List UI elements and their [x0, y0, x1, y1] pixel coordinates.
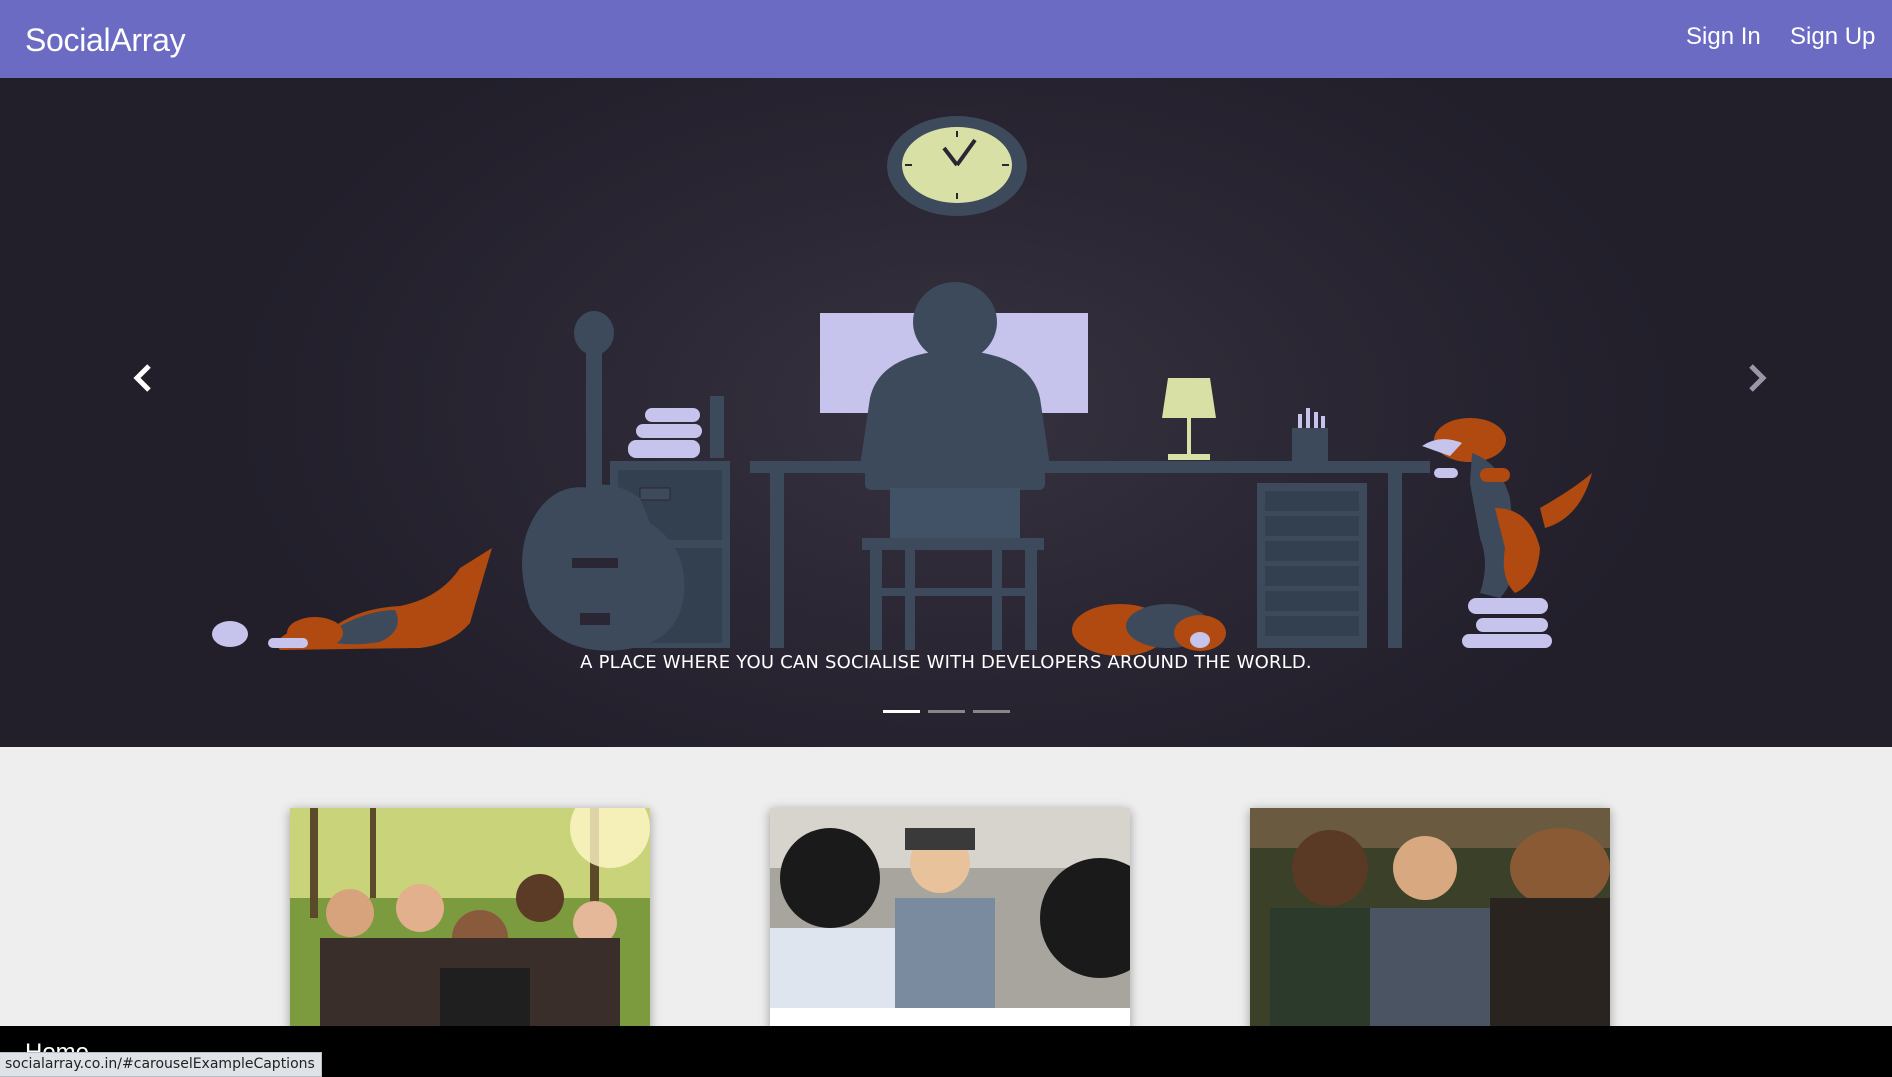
navbar: SocialArray Sign In Sign Up — [0, 0, 1892, 78]
carousel-next-button[interactable] — [1732, 348, 1782, 408]
group-selfie-photo — [290, 808, 650, 1028]
sign-up-link[interactable]: Sign Up — [1790, 23, 1875, 51]
developer-silhouette — [860, 282, 1050, 466]
sign-in-link[interactable]: Sign In — [1686, 23, 1761, 51]
carousel-indicator-3[interactable] — [972, 710, 1010, 713]
feature-card-2 — [770, 808, 1130, 1033]
drawer-cabinet-right — [1257, 483, 1367, 648]
carousel-caption: A PLACE WHERE YOU CAN SOCIALISE WITH DEV… — [580, 652, 1312, 673]
book-stack-left — [628, 396, 724, 458]
feature-card-3 — [1250, 808, 1610, 1033]
desk-lamp — [1162, 378, 1216, 460]
pencil-cup — [1292, 408, 1328, 461]
dog-left — [212, 548, 492, 650]
developer-desk-illustration — [212, 116, 1592, 656]
carousel-prev-button[interactable] — [118, 348, 168, 408]
chevron-right-icon — [1749, 364, 1767, 392]
brand-logo[interactable]: SocialArray — [25, 22, 186, 59]
dog-middle — [1072, 604, 1226, 656]
feature-card-1 — [290, 808, 650, 1033]
status-bar-url: socialarray.co.in/#carouselExampleCaptio… — [0, 1052, 322, 1077]
hero-carousel: A PLACE WHERE YOU CAN SOCIALISE WITH DEV… — [0, 78, 1892, 747]
book-stack-right — [1462, 598, 1552, 648]
carousel-indicator-1[interactable] — [882, 710, 920, 713]
carousel-indicator-2[interactable] — [927, 710, 965, 713]
chair — [862, 440, 1045, 650]
dog-right — [1422, 418, 1592, 598]
men-talking-photo — [1250, 808, 1610, 1028]
carousel-indicators — [0, 710, 1892, 713]
smiling-friends-photo — [770, 808, 1130, 1028]
wall-clock-icon — [887, 116, 1027, 216]
chevron-left-icon — [133, 364, 151, 392]
